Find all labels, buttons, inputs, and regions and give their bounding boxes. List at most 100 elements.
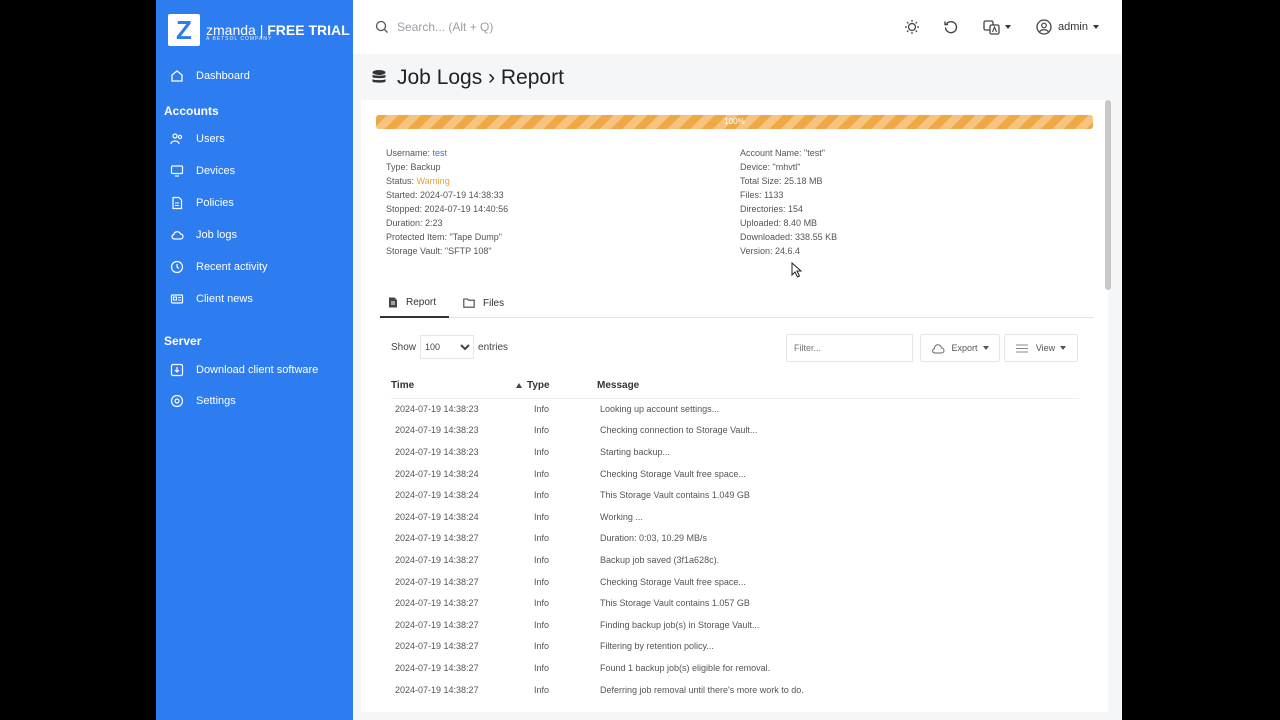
table-row[interactable]: 2024-07-19 14:38:27 Info This Storage Vaul… — [391, 592, 1079, 614]
table-row[interactable]: 2024-07-19 14:38:24 Info Checking Storage … — [391, 463, 1079, 485]
page-title: Job Logs › Report — [371, 65, 564, 91]
scrollbar[interactable] — [1105, 100, 1111, 290]
entries-label: entries — [478, 341, 509, 353]
progress-bar: 100% — [376, 115, 1093, 129]
sidebar-item-client-news[interactable]: Client news — [156, 285, 353, 313]
type-cell: Info — [534, 554, 550, 565]
message-cell: Looking up account settings... — [600, 404, 720, 415]
sidebar-item-label: Client news — [196, 293, 253, 305]
folder-icon — [463, 298, 475, 308]
time-cell: 2024-07-19 14:38:23 — [395, 425, 479, 436]
sort-asc-icon — [516, 383, 522, 389]
brand-suffix: FREE TRIAL — [267, 22, 350, 38]
table-row[interactable]: 2024-07-19 14:38:24 Info Working ... — [391, 506, 1079, 528]
theme-toggle-button[interactable] — [904, 17, 920, 37]
sidebar-item-label: Settings — [196, 395, 236, 407]
table-row[interactable]: 2024-07-19 14:38:27 Info Finding backup jo… — [391, 614, 1079, 636]
table-row[interactable]: 2024-07-19 14:38:27 Info Filtering by rete… — [391, 636, 1079, 658]
zmanda-logo-icon: Z — [168, 14, 200, 46]
time-cell: 2024-07-19 14:38:24 — [395, 468, 479, 479]
tab-files[interactable]: Files — [463, 288, 523, 318]
detail-storage-vault: Storage Vault: "SFTP 108" — [386, 246, 492, 256]
search-icon — [375, 20, 388, 33]
monitor-icon — [169, 163, 185, 179]
status-badge: Warning — [416, 176, 450, 186]
view-button[interactable]: View — [1004, 334, 1078, 362]
sidebar-section-accounts: Accounts — [164, 104, 219, 118]
table-row[interactable]: 2024-07-19 14:38:23 Info Checking connecti… — [391, 420, 1079, 442]
filter-input[interactable] — [786, 334, 913, 362]
table-row[interactable]: 2024-07-19 14:38:27 Info Duration: 0:03, 1… — [391, 528, 1079, 550]
column-header-message[interactable]: Message — [597, 374, 1079, 399]
search-placeholder: Search... (Alt + Q) — [397, 20, 494, 34]
chevron-down-icon — [1005, 25, 1011, 29]
table-row[interactable]: 2024-07-19 14:38:24 Info This Storage Vaul… — [391, 484, 1079, 506]
table-row[interactable]: 2024-07-19 14:38:27 Info Checking Storage … — [391, 571, 1079, 593]
time-cell: 2024-07-19 14:38:27 — [395, 533, 479, 544]
gear-icon — [169, 393, 185, 409]
message-cell: Starting backup... — [600, 446, 671, 457]
time-cell: 2024-07-19 14:38:27 — [395, 576, 479, 587]
column-header-type[interactable]: Type — [516, 374, 597, 399]
column-header-time[interactable]: Time — [391, 374, 516, 399]
sidebar-item-job-logs[interactable]: Job logs — [156, 221, 353, 249]
message-cell: Filtering by retention policy... — [600, 641, 714, 652]
cloud-upload-icon — [932, 343, 945, 353]
type-cell: Info — [534, 684, 550, 695]
type-cell: Info — [534, 404, 550, 415]
search-box[interactable]: Search... (Alt + Q) — [375, 18, 493, 36]
detail-files: Files: 1133 — [740, 190, 784, 200]
detail-downloaded: Downloaded: 338.55 KB — [740, 232, 838, 242]
export-button[interactable]: Export — [920, 334, 1000, 362]
sidebar-item-label: Recent activity — [196, 261, 268, 273]
detail-username: Username: test — [386, 148, 448, 158]
message-cell: Checking Storage Vault free space... — [600, 468, 746, 479]
table-row[interactable]: 2024-07-19 14:38:27 Info Found 1 backup jo… — [391, 657, 1079, 679]
time-cell: 2024-07-19 14:38:27 — [395, 619, 479, 630]
detail-directories: Directories: 154 — [740, 204, 804, 214]
username-link[interactable]: test — [433, 148, 448, 158]
type-cell: Info — [534, 511, 550, 522]
cloud-icon — [169, 227, 185, 243]
mouse-cursor-icon — [791, 262, 803, 278]
news-icon — [169, 291, 185, 307]
message-cell: Duration: 0:03, 10.29 MB/s — [600, 533, 708, 544]
download-icon — [169, 362, 185, 378]
table-row[interactable]: 2024-07-19 14:38:27 Info Deferring job rem… — [391, 679, 1079, 701]
show-label: Show — [391, 341, 417, 353]
sidebar-item-dashboard[interactable]: Dashboard — [156, 62, 353, 90]
document-icon — [169, 195, 185, 211]
log-table: Time Type Message 2024-07-19 14:38:23 Inf… — [391, 374, 1079, 700]
type-cell: Info — [534, 533, 550, 544]
translate-icon — [983, 20, 1000, 35]
time-cell: 2024-07-19 14:38:27 — [395, 598, 479, 609]
detail-version: Version: 24.6.4 — [740, 246, 801, 256]
progress-label: 100% — [724, 117, 745, 126]
sidebar-item-label: Dashboard — [196, 70, 250, 82]
type-cell: Info — [534, 446, 550, 457]
time-cell: 2024-07-19 14:38:23 — [395, 404, 479, 415]
time-cell: 2024-07-19 14:38:27 — [395, 684, 479, 695]
sidebar-item-users[interactable]: Users — [156, 125, 353, 153]
table-row[interactable]: 2024-07-19 14:38:23 Info Starting backup..… — [391, 441, 1079, 463]
page-size-select[interactable]: 100 — [420, 335, 475, 359]
log-table-body: 2024-07-19 14:38:23 Info Looking up accoun… — [391, 398, 1079, 700]
sidebar-item-label: Job logs — [196, 229, 237, 241]
sidebar-item-recent-activity[interactable]: Recent activity — [156, 253, 353, 281]
table-row[interactable]: 2024-07-19 14:38:27 Info Backup job saved … — [391, 549, 1079, 571]
language-menu-button[interactable] — [983, 17, 1011, 37]
sidebar-item-policies[interactable]: Policies — [156, 189, 353, 217]
message-cell: Deferring job removal until there's more… — [600, 684, 804, 695]
message-cell: This Storage Vault contains 1.057 GB — [600, 598, 750, 609]
refresh-button[interactable] — [943, 17, 959, 37]
sidebar-item-download-client[interactable]: Download client software — [156, 356, 353, 384]
sidebar-section-server: Server — [164, 334, 202, 348]
time-cell: 2024-07-19 14:38:24 — [395, 490, 479, 501]
sidebar-item-devices[interactable]: Devices — [156, 157, 353, 185]
tab-report[interactable]: Report — [380, 288, 449, 318]
user-menu[interactable]: admin — [1036, 17, 1099, 37]
sidebar-item-settings[interactable]: Settings — [156, 387, 353, 415]
time-cell: 2024-07-19 14:38:23 — [395, 446, 479, 457]
type-cell: Info — [534, 598, 550, 609]
table-row[interactable]: 2024-07-19 14:38:23 Info Looking up accoun… — [391, 398, 1079, 420]
